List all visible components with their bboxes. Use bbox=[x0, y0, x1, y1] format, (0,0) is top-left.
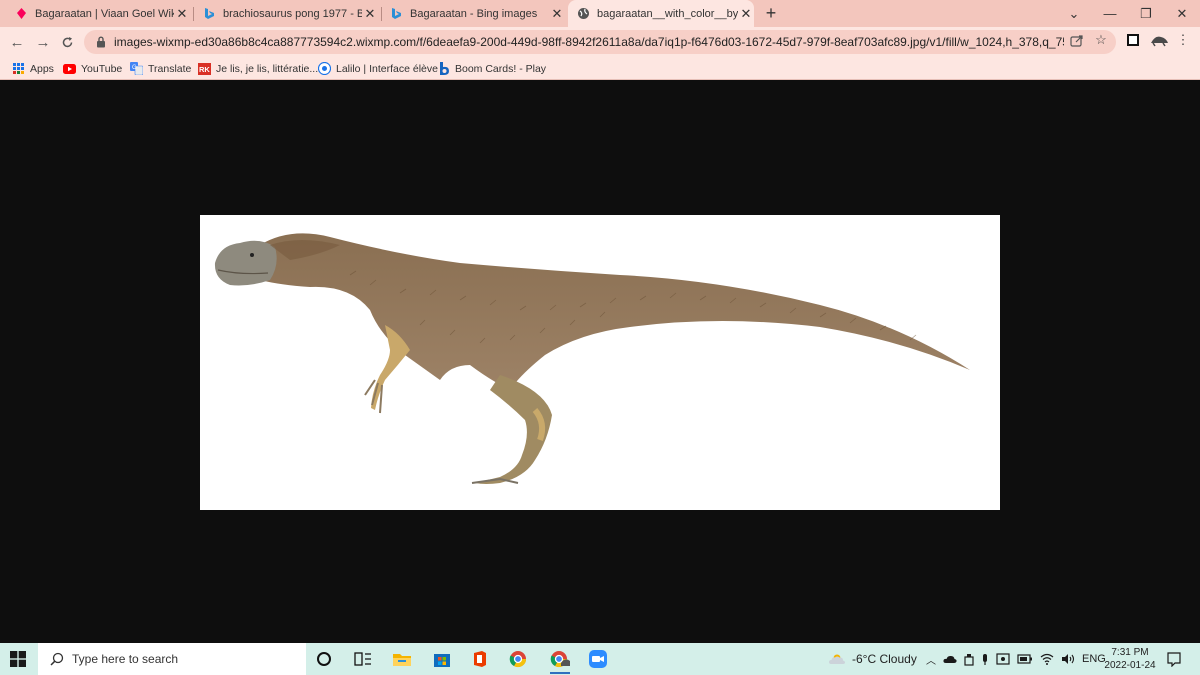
browser-chrome: Bagaraatan | Viaan Goel Wiki | Fa ✕ brac… bbox=[0, 0, 1200, 80]
meet-now-icon[interactable] bbox=[996, 653, 1010, 665]
back-arrow-icon[interactable]: ← bbox=[6, 32, 28, 52]
rk-icon: RK bbox=[198, 62, 211, 75]
zoom-icon[interactable] bbox=[580, 646, 616, 672]
tab-separator bbox=[381, 7, 382, 21]
menu-kebab-icon[interactable]: ⋮ bbox=[1174, 32, 1192, 48]
battery-icon[interactable] bbox=[1017, 654, 1033, 664]
reload-icon[interactable] bbox=[56, 32, 78, 52]
notifications-icon[interactable] bbox=[1166, 643, 1182, 675]
microphone-icon[interactable] bbox=[981, 653, 989, 666]
browser-toolbar: ← → images-wixmp-ed30a86b8c4ca887773594c… bbox=[0, 27, 1200, 57]
bookmark-label: Je lis, je lis, littératie... bbox=[216, 62, 319, 75]
chrome-icon[interactable] bbox=[500, 646, 536, 672]
wifi-icon[interactable] bbox=[1040, 653, 1054, 665]
taskbar-clock[interactable]: 7:31 PM 2022-01-24 bbox=[1100, 646, 1160, 672]
bookmark-youtube[interactable]: YouTube bbox=[63, 60, 122, 77]
tab-bagaraatan-wiki[interactable]: Bagaraatan | Viaan Goel Wiki | Fa ✕ bbox=[14, 0, 190, 27]
restore-button[interactable]: ❐ bbox=[1128, 0, 1164, 27]
office-icon[interactable] bbox=[462, 646, 498, 672]
apps-grid-icon bbox=[12, 62, 25, 75]
windows-start-icon[interactable] bbox=[0, 643, 36, 675]
svg-text:RK: RK bbox=[199, 65, 210, 74]
task-view-icon[interactable] bbox=[345, 646, 381, 672]
profile-avatar[interactable] bbox=[1148, 32, 1170, 48]
tab-title: bagaraatan__with_color__by_cod bbox=[597, 7, 738, 20]
bookmark-je-lis[interactable]: RK Je lis, je lis, littératie... bbox=[198, 60, 318, 77]
minimize-button[interactable]: — bbox=[1092, 0, 1128, 27]
page-viewport bbox=[0, 80, 1200, 643]
bookmark-label: Translate bbox=[148, 62, 192, 75]
tab-title: Bagaraatan | Viaan Goel Wiki | Fa bbox=[35, 7, 174, 20]
weather-text: -6°C Cloudy bbox=[852, 652, 917, 666]
tab-bagaraatan-with-color[interactable]: bagaraatan__with_color__by_cod ✕ bbox=[568, 0, 754, 27]
search-placeholder: Type here to search bbox=[72, 652, 179, 666]
weather-widget[interactable]: -6°C Cloudy bbox=[828, 643, 917, 675]
lock-icon[interactable] bbox=[94, 35, 108, 49]
volume-icon[interactable] bbox=[1061, 653, 1075, 665]
bookmark-lalilo[interactable]: Lalilo | Interface élève bbox=[318, 60, 438, 77]
bookmarks-bar: Apps YouTube G Translate RK Je lis, je l… bbox=[0, 57, 1200, 80]
bing-icon bbox=[202, 7, 216, 21]
globe-icon bbox=[576, 7, 590, 21]
tab-bagaraatan-bing-images[interactable]: Bagaraatan - Bing images ✕ bbox=[389, 0, 565, 27]
tab-brachiosaurus-bing[interactable]: brachiosaurus pong 1977 - Bing ✕ bbox=[202, 0, 378, 27]
tab-separator bbox=[193, 7, 194, 21]
bookmark-boom-cards[interactable]: Boom Cards! - Play bbox=[437, 60, 546, 77]
bookmark-apps[interactable]: Apps bbox=[12, 60, 54, 77]
new-tab-button[interactable]: + bbox=[760, 3, 782, 24]
tab-title: brachiosaurus pong 1977 - Bing bbox=[223, 7, 362, 20]
close-tab-icon[interactable]: ✕ bbox=[738, 6, 754, 22]
share-icon[interactable] bbox=[1068, 32, 1086, 48]
url-text: images-wixmp-ed30a86b8c4ca887773594c2.wi… bbox=[114, 35, 1064, 49]
lalilo-icon bbox=[318, 62, 331, 75]
close-tab-icon[interactable]: ✕ bbox=[549, 6, 565, 22]
bagaraatan-illustration bbox=[214, 233, 970, 484]
tab-title: Bagaraatan - Bing images bbox=[410, 7, 538, 20]
chrome-profile-active-icon[interactable] bbox=[542, 646, 578, 674]
close-window-button[interactable]: ✕ bbox=[1164, 0, 1200, 27]
bookmark-label: Apps bbox=[30, 62, 54, 75]
clock-time: 7:31 PM bbox=[1111, 647, 1149, 658]
translate-icon: G bbox=[130, 62, 143, 75]
tab-search-dropdown-icon[interactable]: ⌄ bbox=[1056, 0, 1092, 27]
extension-square-icon[interactable] bbox=[1124, 32, 1142, 48]
system-tray-icons: ︿ ENG bbox=[926, 643, 1106, 675]
boom-icon bbox=[437, 62, 450, 75]
bookmark-label: YouTube bbox=[81, 62, 123, 75]
forward-arrow-icon[interactable]: → bbox=[32, 32, 54, 52]
bookmark-translate[interactable]: G Translate bbox=[130, 60, 191, 77]
taskbar-search-box[interactable]: Type here to search bbox=[38, 643, 306, 675]
usb-device-icon[interactable] bbox=[964, 653, 974, 666]
dinosaur-image bbox=[200, 215, 1000, 510]
file-explorer-icon[interactable] bbox=[384, 646, 420, 672]
close-tab-icon[interactable]: ✕ bbox=[362, 6, 378, 22]
cortana-icon[interactable] bbox=[306, 646, 342, 672]
tab-strip: Bagaraatan | Viaan Goel Wiki | Fa ✕ brac… bbox=[0, 0, 1200, 27]
windows-taskbar: Type here to search -6°C Cloudy ︿ ENG 7:… bbox=[0, 643, 1200, 675]
youtube-icon bbox=[63, 62, 76, 75]
clock-date: 2022-01-24 bbox=[1104, 660, 1156, 671]
bookmark-star-icon[interactable]: ☆ bbox=[1092, 32, 1110, 48]
address-bar[interactable]: images-wixmp-ed30a86b8c4ca887773594c2.wi… bbox=[84, 30, 1116, 54]
fandom-icon bbox=[14, 7, 28, 21]
bing-icon bbox=[389, 7, 403, 21]
bookmark-label: Boom Cards! - Play bbox=[455, 62, 547, 75]
close-tab-icon[interactable]: ✕ bbox=[174, 6, 190, 22]
show-hidden-icons-chevron-icon[interactable]: ︿ bbox=[926, 652, 936, 667]
cloudy-weather-icon bbox=[829, 654, 845, 664]
svg-text:G: G bbox=[132, 65, 137, 71]
onedrive-cloud-icon[interactable] bbox=[943, 654, 957, 664]
search-icon bbox=[50, 652, 64, 666]
microsoft-store-icon[interactable] bbox=[424, 646, 460, 672]
bookmark-label: Lalilo | Interface élève bbox=[336, 62, 438, 75]
